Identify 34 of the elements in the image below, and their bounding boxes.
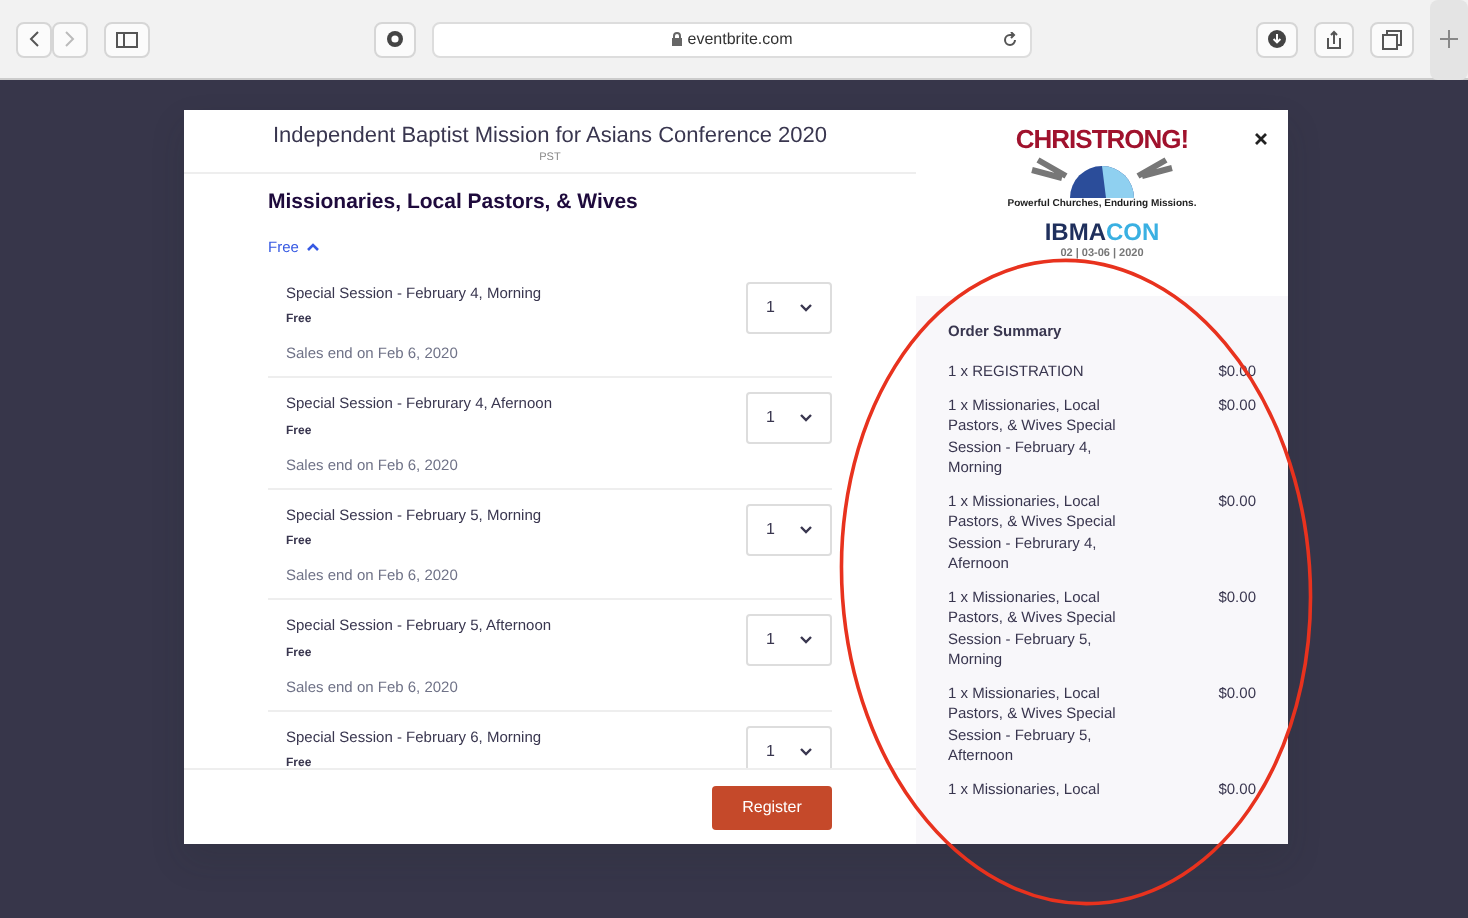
quantity-select[interactable]: 1 — [746, 725, 832, 768]
logo-brand: IBMACON — [1044, 220, 1160, 246]
quantity-select[interactable]: 1 — [746, 614, 832, 667]
lock-icon — [671, 32, 682, 46]
modal-title: Independent Baptist Mission for Asians Conference 2020 — [270, 124, 829, 150]
quantity-select[interactable]: 1 — [746, 392, 832, 445]
share-icon — [1326, 29, 1342, 49]
close-icon — [1254, 131, 1268, 146]
plus-icon — [1440, 30, 1458, 48]
back-button[interactable] — [16, 21, 52, 57]
chevron-down-icon — [800, 414, 812, 423]
download-button[interactable] — [1256, 21, 1298, 57]
chevron-down-icon — [800, 525, 812, 534]
new-tab-button[interactable] — [1430, 0, 1468, 79]
quantity-select[interactable]: 1 — [746, 281, 832, 334]
sidebar-icon — [116, 31, 138, 47]
logo-headline: CHRISTRONG! — [1015, 126, 1189, 154]
chevron-down-icon — [800, 636, 812, 645]
tabs-icon — [1382, 29, 1402, 49]
forward-icon — [64, 30, 76, 48]
share-button[interactable] — [1314, 21, 1354, 57]
reload-icon[interactable] — [1002, 31, 1018, 47]
sidebar-button[interactable] — [104, 21, 150, 57]
quantity-select[interactable]: 1 — [746, 503, 832, 556]
back-icon — [28, 30, 40, 48]
ticket-group-title: Missionaries, Local Pastors, & Wives — [268, 188, 640, 218]
chevron-down-icon — [800, 303, 812, 312]
privacy-button[interactable] — [374, 21, 416, 57]
download-icon — [1268, 30, 1286, 48]
tabs-button[interactable] — [1370, 21, 1414, 57]
url-field[interactable]: eventbrite.com — [432, 21, 1032, 57]
chevron-down-icon — [800, 747, 812, 756]
register-button[interactable]: Register — [712, 785, 832, 829]
ring-icon — [386, 30, 404, 48]
